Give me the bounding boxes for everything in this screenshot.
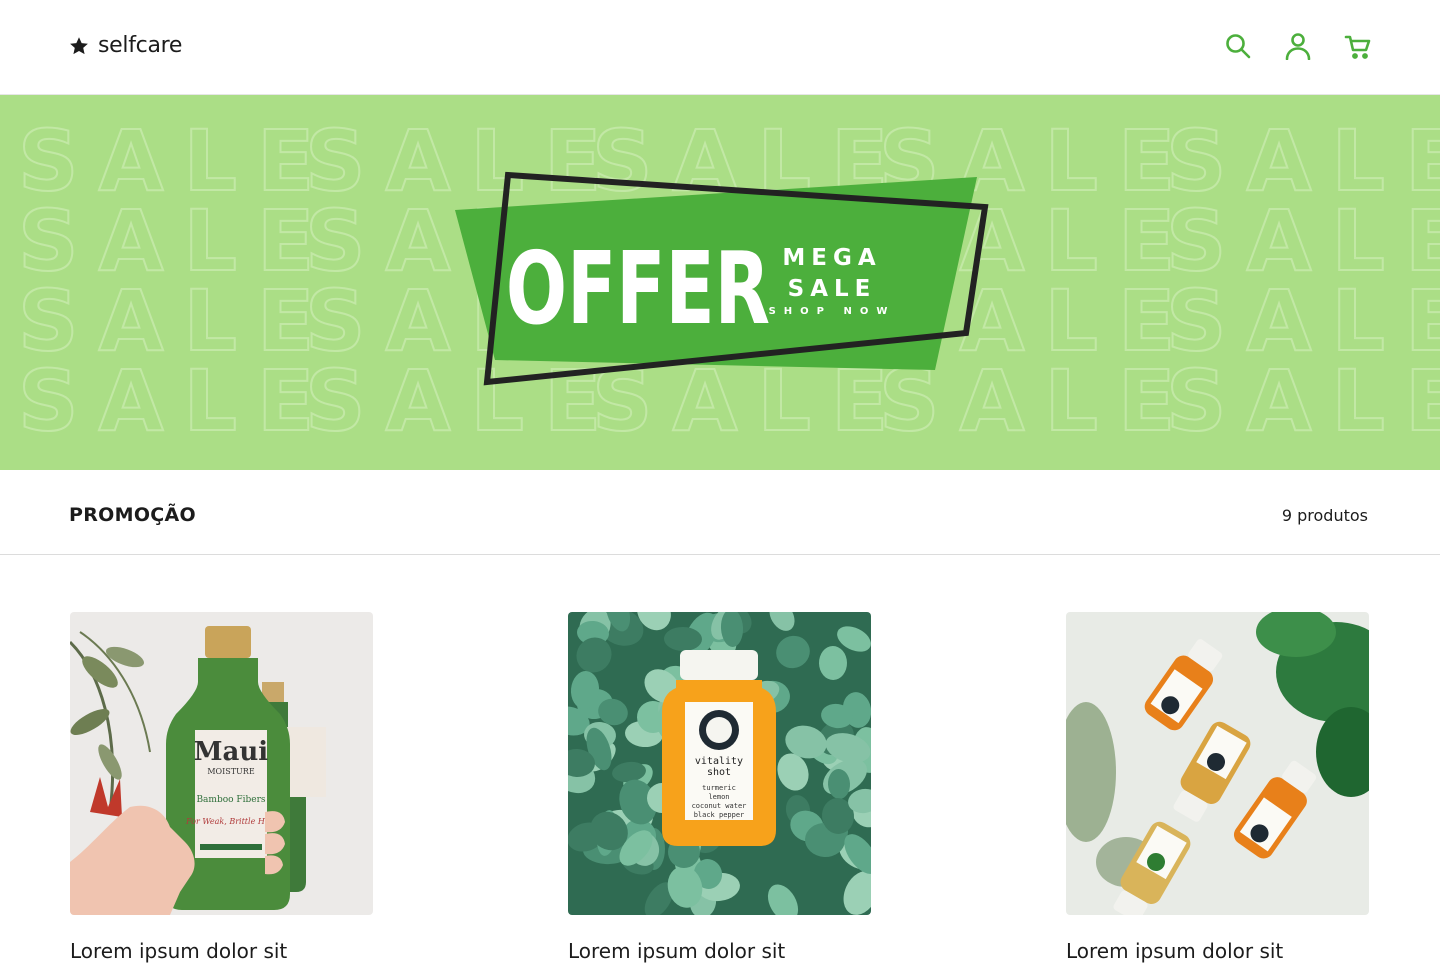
offer-text: OFFER (506, 230, 770, 347)
search-button[interactable] (1224, 31, 1252, 61)
sale-watermark-text: SALE (18, 352, 334, 450)
product-image[interactable]: Maui MOISTURE Bamboo Fibers For Weak, Br… (70, 612, 373, 915)
promo-banner[interactable]: SALESALESALESALESALESALESALESALESALESALE… (0, 95, 1440, 470)
brand-logo[interactable]: selfcare (68, 33, 182, 58)
svg-text:coconut water: coconut water (692, 802, 747, 810)
product-name[interactable]: Lorem ipsum dolor sit (1066, 939, 1369, 963)
offer-badge[interactable]: OFFER MEGA SALE SHOP NOW (430, 165, 1030, 405)
star-icon (70, 36, 88, 54)
svg-text:For Weak, Brittle Hair: For Weak, Brittle Hair (185, 817, 277, 826)
svg-text:shot: shot (707, 767, 731, 778)
cart-button[interactable] (1344, 31, 1372, 61)
svg-text:turmeric: turmeric (702, 784, 736, 792)
shop-now-text: SHOP NOW (769, 306, 896, 317)
header-actions (1224, 31, 1372, 61)
sale-text: SALE (788, 276, 877, 302)
svg-text:lemon: lemon (708, 793, 729, 801)
product-card[interactable]: Lorem ipsum dolor sit (1066, 612, 1369, 963)
section-header: PROMOÇÃO 9 produtos (0, 470, 1440, 555)
product-card[interactable]: Maui MOISTURE Bamboo Fibers For Weak, Br… (70, 612, 373, 963)
svg-text:Maui: Maui (194, 737, 269, 767)
product-image[interactable]: vitality shot turmeric lemon coconut wat… (568, 612, 871, 915)
svg-text:vitality: vitality (695, 756, 743, 767)
user-icon (1285, 33, 1311, 60)
product-image[interactable] (1066, 612, 1369, 915)
cart-icon (1344, 35, 1371, 59)
svg-text:MOISTURE: MOISTURE (207, 767, 254, 776)
product-name[interactable]: Lorem ipsum dolor sit (568, 939, 871, 963)
svg-text:Bamboo Fibers: Bamboo Fibers (196, 795, 265, 805)
site-header: selfcare (0, 0, 1440, 95)
account-button[interactable] (1284, 31, 1312, 61)
sale-watermark-text: SALE (1166, 352, 1440, 450)
product-name[interactable]: Lorem ipsum dolor sit (70, 939, 373, 963)
section-title: PROMOÇÃO (69, 504, 196, 526)
product-card[interactable]: vitality shot turmeric lemon coconut wat… (568, 612, 871, 963)
search-icon (1226, 34, 1251, 59)
mega-text: MEGA (782, 245, 881, 271)
product-count: 9 produtos (1281, 506, 1368, 525)
svg-text:black pepper: black pepper (694, 811, 745, 819)
brand-name: selfcare (98, 33, 183, 58)
